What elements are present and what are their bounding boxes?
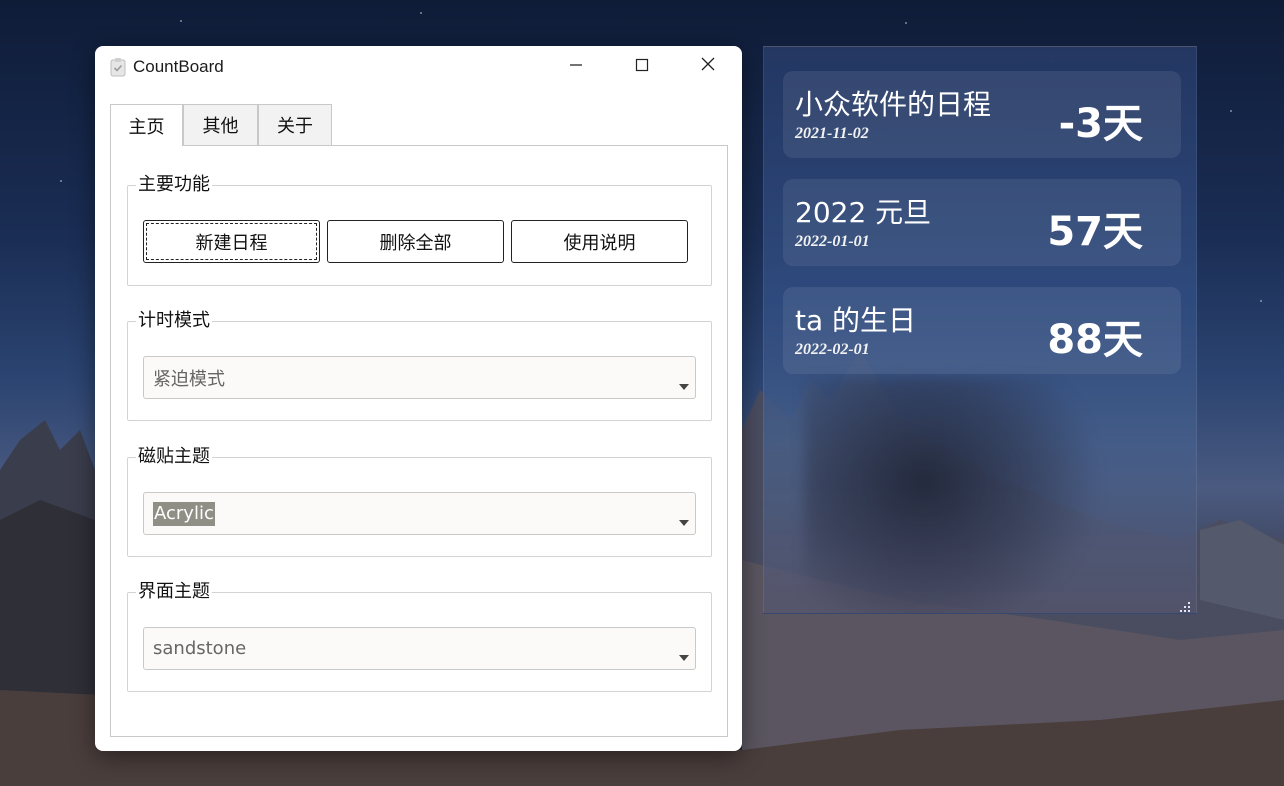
tab-other[interactable]: 其他 (183, 104, 258, 145)
tab-panel-home: 主要功能 新建日程 删除全部 使用说明 计时模式 紧迫模式 磁贴主题 Acryl… (110, 145, 728, 737)
event-name: ta 的生日 (795, 304, 917, 337)
event-date: 2021-11-02 (795, 125, 869, 142)
new-schedule-button[interactable]: 新建日程 (143, 220, 320, 263)
event-date: 2022-01-01 (795, 233, 870, 250)
tab-home[interactable]: 主页 (110, 104, 183, 146)
clipboard-icon (108, 57, 128, 77)
countdown-widget[interactable]: 小众软件的日程 2021-11-02 -3天 2022 元旦 2022-01-0… (763, 46, 1197, 614)
timer-mode-value: 紧迫模式 (153, 368, 225, 390)
maximize-button[interactable] (619, 46, 665, 86)
main-functions-group: 主要功能 新建日程 删除全部 使用说明 (127, 173, 712, 286)
event-card[interactable]: 小众软件的日程 2021-11-02 -3天 (783, 71, 1181, 158)
tile-theme-legend: 磁贴主题 (136, 445, 212, 469)
event-card[interactable]: 2022 元旦 2022-01-01 57天 (783, 179, 1181, 266)
title-bar[interactable]: CountBoard (95, 46, 742, 88)
close-icon (700, 56, 716, 76)
tile-theme-value: Acrylic (153, 501, 215, 526)
event-card[interactable]: ta 的生日 2022-02-01 88天 (783, 287, 1181, 374)
timer-mode-legend: 计时模式 (136, 309, 212, 333)
event-date: 2022-02-01 (795, 341, 870, 358)
event-days-remaining: -3天 (1058, 101, 1143, 147)
dropdown-arrow-icon (679, 655, 689, 661)
delete-all-button[interactable]: 删除全部 (327, 220, 504, 263)
dropdown-arrow-icon (679, 520, 689, 526)
event-name: 小众软件的日程 (795, 88, 992, 121)
instructions-button[interactable]: 使用说明 (511, 220, 688, 263)
timer-mode-group: 计时模式 紧迫模式 (127, 309, 712, 421)
timer-mode-select[interactable]: 紧迫模式 (143, 356, 696, 399)
event-days-remaining: 57天 (1047, 209, 1143, 255)
ui-theme-legend: 界面主题 (136, 580, 212, 604)
event-days-remaining: 88天 (1047, 317, 1143, 363)
window-title: CountBoard (133, 57, 224, 76)
main-functions-legend: 主要功能 (136, 173, 212, 197)
ui-theme-select[interactable]: sandstone (143, 627, 696, 670)
widget-background-blur (804, 377, 1104, 613)
ui-theme-group: 界面主题 sandstone (127, 580, 712, 692)
tab-about[interactable]: 关于 (258, 104, 332, 145)
minimize-icon (569, 57, 583, 76)
maximize-icon (635, 57, 649, 76)
minimize-button[interactable] (553, 46, 599, 86)
dropdown-arrow-icon (679, 384, 689, 390)
resize-grip-icon[interactable] (1180, 597, 1190, 612)
countboard-window: CountBoard 主页 其他 关于 主要功能 新建日程 删除全部 使用说明 (95, 46, 742, 751)
tile-theme-group: 磁贴主题 Acrylic (127, 445, 712, 557)
ui-theme-value: sandstone (153, 638, 247, 659)
tile-theme-select[interactable]: Acrylic (143, 492, 696, 535)
event-name: 2022 元旦 (795, 196, 932, 229)
close-button[interactable] (685, 46, 731, 86)
